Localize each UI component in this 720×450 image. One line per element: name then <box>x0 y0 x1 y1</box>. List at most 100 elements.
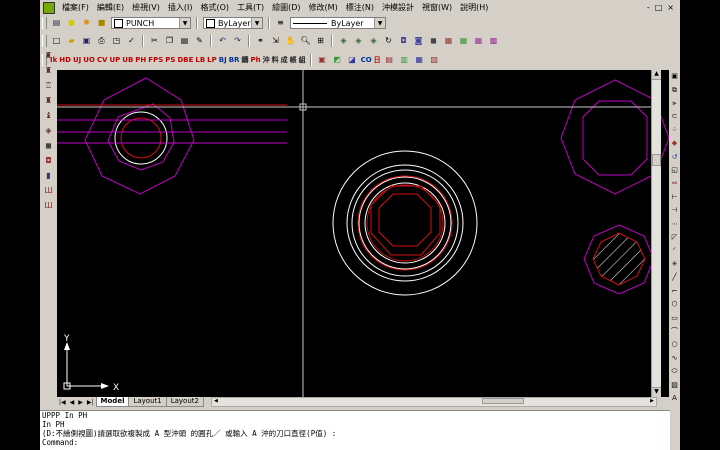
scroll-up-arrow[interactable]: ▲ <box>652 70 661 80</box>
design-center-icon[interactable]: ▦ <box>457 35 470 48</box>
punch-icon[interactable]: ♜ <box>42 94 55 107</box>
scroll-thumb[interactable] <box>652 154 661 166</box>
rectangle-icon[interactable]: ▭ <box>670 312 680 323</box>
punch-tool-ph[interactable]: PH <box>135 56 146 64</box>
punch-tool-fps[interactable]: FPS <box>148 56 163 64</box>
menu-help[interactable]: 說明(H) <box>456 0 492 15</box>
solid-icon[interactable]: ◼ <box>427 35 440 48</box>
drawing-area[interactable]: Y X <box>57 70 670 397</box>
chevron-down-icon[interactable]: ▼ <box>179 18 190 28</box>
punch-tool-br[interactable]: BR <box>229 56 240 64</box>
tab-layout1[interactable]: Layout1 <box>128 397 167 407</box>
scroll-down-arrow[interactable]: ▼ <box>652 387 661 397</box>
menu-window[interactable]: 視窗(W) <box>418 0 456 15</box>
insert-icon[interactable]: ◩ <box>331 54 344 67</box>
layer-state-icon[interactable]: ◪ <box>346 54 359 67</box>
punch-icon[interactable]: ♜ <box>42 64 55 77</box>
copy-object-icon[interactable]: ⧉ <box>670 84 680 95</box>
command-window[interactable]: UPPP In PH In PH (D:不繪側視圖)請選取欲複製成 A 型沖頭 … <box>40 410 670 450</box>
punch-tool-ledger[interactable]: 帳 <box>290 55 297 65</box>
undo-icon[interactable]: ↶ <box>216 35 229 48</box>
punch-icon[interactable]: ♖ <box>42 79 55 92</box>
offset-icon[interactable]: ⊂ <box>670 111 680 122</box>
render-icon[interactable]: ◙ <box>412 35 425 48</box>
punch-icon[interactable]: ♝ <box>42 109 55 122</box>
first-tab-icon[interactable]: |◀ <box>59 399 66 406</box>
mirror-icon[interactable]: ⫸ <box>670 98 680 109</box>
open-folder-icon[interactable]: ▰ <box>65 35 78 48</box>
save-icon[interactable]: ▣ <box>80 35 93 48</box>
punch-tool-ub[interactable]: UB <box>122 56 133 64</box>
punch-tool-day[interactable]: 日 <box>374 55 381 65</box>
print-icon[interactable]: ⎙ <box>95 35 108 48</box>
redo-icon[interactable]: ↷ <box>231 35 244 48</box>
chevron-down-icon[interactable]: ▼ <box>251 18 262 28</box>
hatch-icon[interactable]: ▨ <box>670 379 680 390</box>
drawing-canvas[interactable]: Y X <box>57 70 670 397</box>
punch-tool-up[interactable]: UP <box>109 56 120 64</box>
hyperlink-icon[interactable]: ⚭ <box>254 35 267 48</box>
erase-icon[interactable]: ▣ <box>670 71 680 82</box>
horizontal-scrollbar[interactable]: ◀ ▶ <box>210 397 657 407</box>
plate-icon[interactable]: ◈ <box>42 124 55 137</box>
next-tab-icon[interactable]: ▶ <box>78 399 83 406</box>
tab-model[interactable]: Model <box>95 397 130 407</box>
punch-tool-uo[interactable]: UO <box>83 56 95 64</box>
match-properties-icon[interactable]: ✎ <box>193 35 206 48</box>
polyline-icon[interactable]: ⌐ <box>670 286 680 297</box>
stretch-icon[interactable]: ⇔ <box>670 178 680 189</box>
scale-icon[interactable]: ◱ <box>670 165 680 176</box>
punch-tool-lp[interactable]: LP <box>207 56 217 64</box>
array-icon[interactable]: ⁘ <box>670 125 680 136</box>
punch-tool-ph2[interactable]: Ph <box>250 56 260 64</box>
layer-combo[interactable]: PUNCH ▼ <box>111 17 191 29</box>
preview-icon[interactable]: ◳ <box>110 35 123 48</box>
menu-insert[interactable]: 插入(I) <box>164 0 197 15</box>
plate-icon[interactable]: ◘ <box>42 154 55 167</box>
menu-modify[interactable]: 修改(M) <box>305 0 342 15</box>
menu-draw[interactable]: 繪圖(D) <box>268 0 304 15</box>
scroll-right-arrow[interactable]: ▶ <box>648 398 656 404</box>
linetype-combo[interactable]: ByLayer ▼ <box>290 17 386 29</box>
punch-tool-ps[interactable]: PS <box>165 56 175 64</box>
punch-tool-co[interactable]: CO <box>361 56 372 64</box>
color-combo[interactable]: ByLayer ▼ <box>203 17 263 29</box>
tool-palette-icon[interactable]: ▦ <box>472 35 485 48</box>
punch-tool-hd[interactable]: HD <box>59 56 71 64</box>
ucs-icon[interactable]: ⇲ <box>269 35 282 48</box>
aerial-view-icon[interactable]: ⊞ <box>314 35 327 48</box>
circle-icon[interactable]: ○ <box>670 339 680 350</box>
properties-icon[interactable]: ▦ <box>442 35 455 48</box>
pan-icon[interactable]: ✋ <box>284 35 297 48</box>
tool-icon[interactable]: ▧ <box>428 54 441 67</box>
punch-tool-assembly[interactable]: 組 <box>299 55 306 65</box>
line-icon[interactable]: ╱ <box>670 272 680 283</box>
menu-dimension[interactable]: 標注(N) <box>342 0 378 15</box>
layers-icon[interactable]: ▤ <box>50 17 63 30</box>
punch-icon[interactable]: ♜ <box>42 49 55 62</box>
spellcheck-icon[interactable]: ✓ <box>125 35 138 48</box>
view-3d-icon[interactable]: ◈ <box>352 35 365 48</box>
chevron-down-icon[interactable]: ▼ <box>374 18 385 28</box>
punch-tool-punch[interactable]: 沖 <box>263 55 270 65</box>
text-icon[interactable]: A <box>670 393 680 404</box>
scroll-left-arrow[interactable]: ◀ <box>212 398 220 404</box>
move-icon[interactable]: ◆ <box>670 138 680 149</box>
menu-format[interactable]: 格式(O) <box>196 0 233 15</box>
punch-tool-dbe[interactable]: DBE <box>177 56 193 64</box>
paste-icon[interactable]: ▤ <box>178 35 191 48</box>
pin-icon[interactable]: Ш <box>42 184 55 197</box>
minimize-button[interactable]: - <box>647 3 650 12</box>
plate-icon[interactable]: ◼ <box>42 139 55 152</box>
menu-die-design[interactable]: 沖模設計 <box>378 0 418 15</box>
view-3d-icon[interactable]: ◈ <box>337 35 350 48</box>
chamfer-icon[interactable]: ◸ <box>670 232 680 243</box>
punch-tool-cast[interactable]: 鑄 <box>241 55 248 65</box>
spline-icon[interactable]: ∿ <box>670 353 680 364</box>
close-button[interactable]: × <box>667 3 674 12</box>
vertical-scrollbar[interactable]: ▲ ▼ <box>651 70 661 397</box>
punch-tool-uj[interactable]: UJ <box>73 56 81 64</box>
punch-tool-form[interactable]: 成 <box>281 55 288 65</box>
tab-layout2[interactable]: Layout2 <box>165 397 204 407</box>
punch-tool-lb[interactable]: LB <box>195 56 205 64</box>
